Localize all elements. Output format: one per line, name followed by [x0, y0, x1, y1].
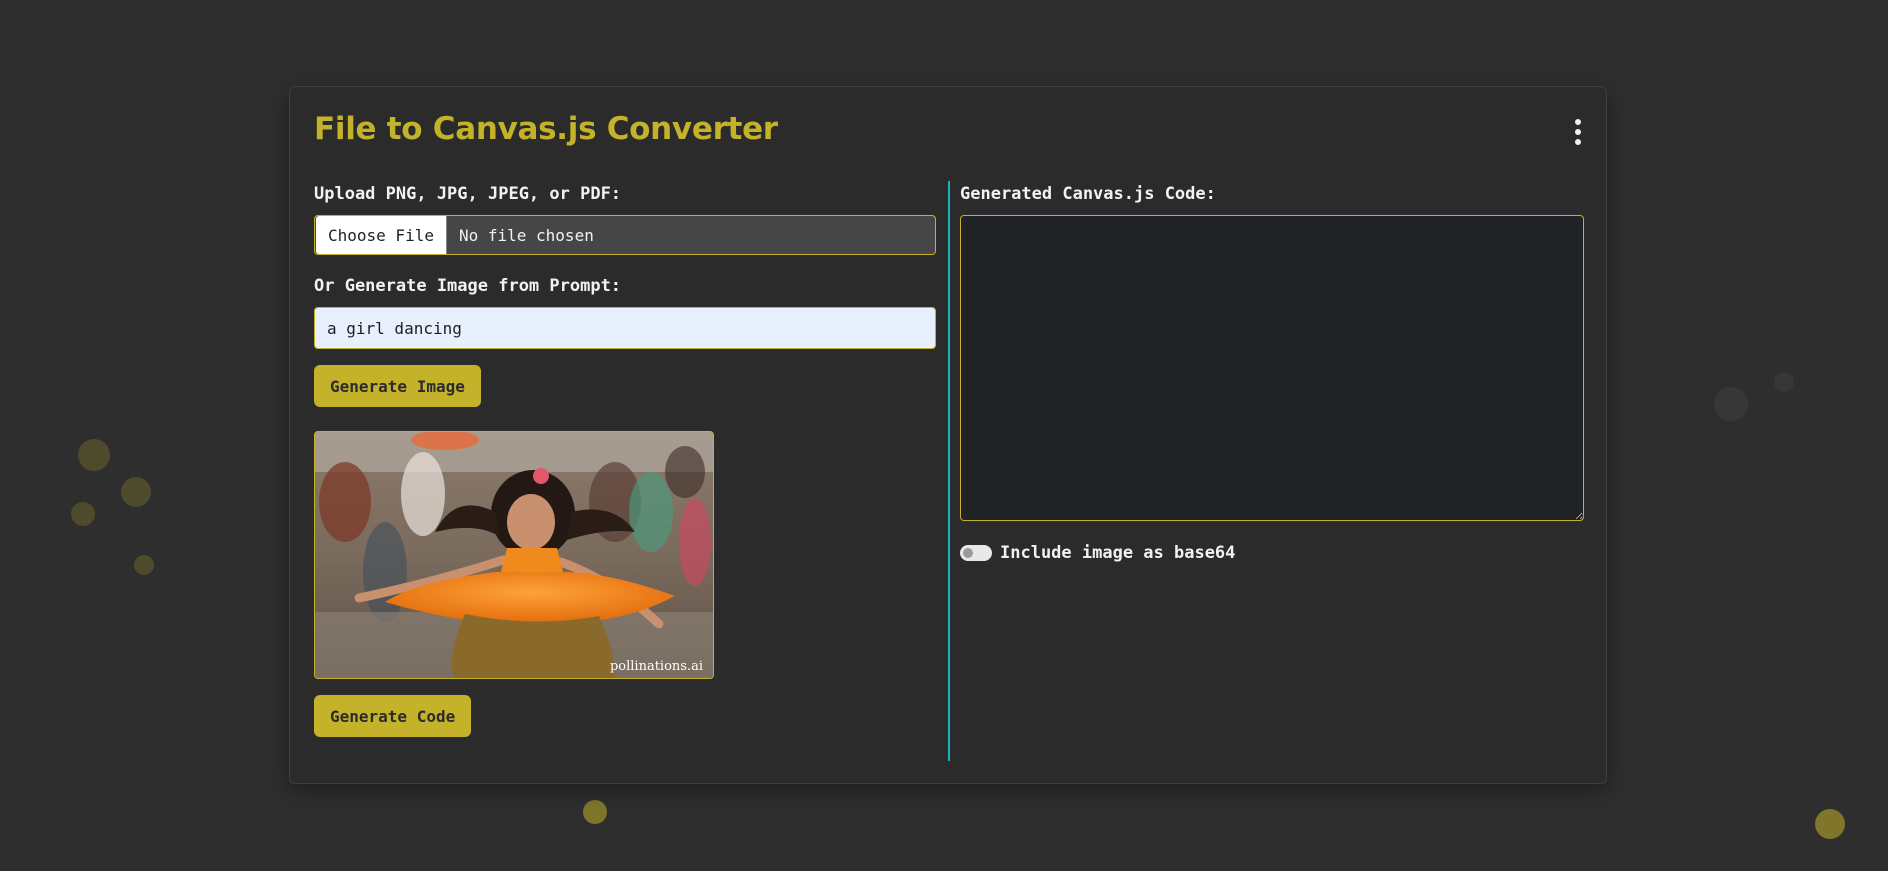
background-dot [121, 477, 151, 507]
generated-code-textarea[interactable] [960, 215, 1584, 521]
background-dot [78, 439, 110, 471]
prompt-label: Or Generate Image from Prompt: [314, 276, 622, 296]
base64-option-row: Include image as base64 [960, 543, 1584, 563]
generated-image-preview: pollinations.ai [314, 431, 714, 679]
menu-dot [1575, 139, 1581, 145]
background-dot [134, 555, 154, 575]
page-title: File to Canvas.js Converter [314, 111, 778, 147]
watermark-text: pollinations.ai [610, 659, 703, 674]
file-upload-input[interactable]: Choose File No file chosen [314, 215, 936, 255]
prompt-input[interactable] [314, 307, 936, 349]
column-divider [948, 181, 950, 761]
background-dot [1815, 809, 1845, 839]
file-status-text: No file chosen [458, 225, 594, 245]
base64-toggle[interactable] [960, 545, 992, 561]
dancing-girl-image: pollinations.ai [315, 432, 713, 678]
background-dot [583, 800, 607, 824]
more-options-icon[interactable] [1570, 119, 1586, 145]
converter-card: File to Canvas.js Converter Upload PNG, … [289, 86, 1607, 784]
background-dot [1714, 387, 1748, 421]
input-panel: Upload PNG, JPG, JPEG, or PDF: Choose Fi… [314, 183, 936, 737]
output-panel: Generated Canvas.js Code: Include image … [960, 183, 1584, 563]
menu-dot [1575, 129, 1581, 135]
output-label: Generated Canvas.js Code: [960, 184, 1216, 204]
background-dot [1774, 372, 1794, 392]
generate-image-button[interactable]: Generate Image [314, 365, 481, 407]
background-dot [71, 502, 95, 526]
toggle-knob [963, 548, 973, 558]
generate-code-button[interactable]: Generate Code [314, 695, 472, 737]
menu-dot [1575, 119, 1581, 125]
base64-toggle-label: Include image as base64 [1000, 543, 1236, 563]
choose-file-button[interactable]: Choose File [316, 216, 447, 254]
upload-label: Upload PNG, JPG, JPEG, or PDF: [314, 184, 622, 204]
